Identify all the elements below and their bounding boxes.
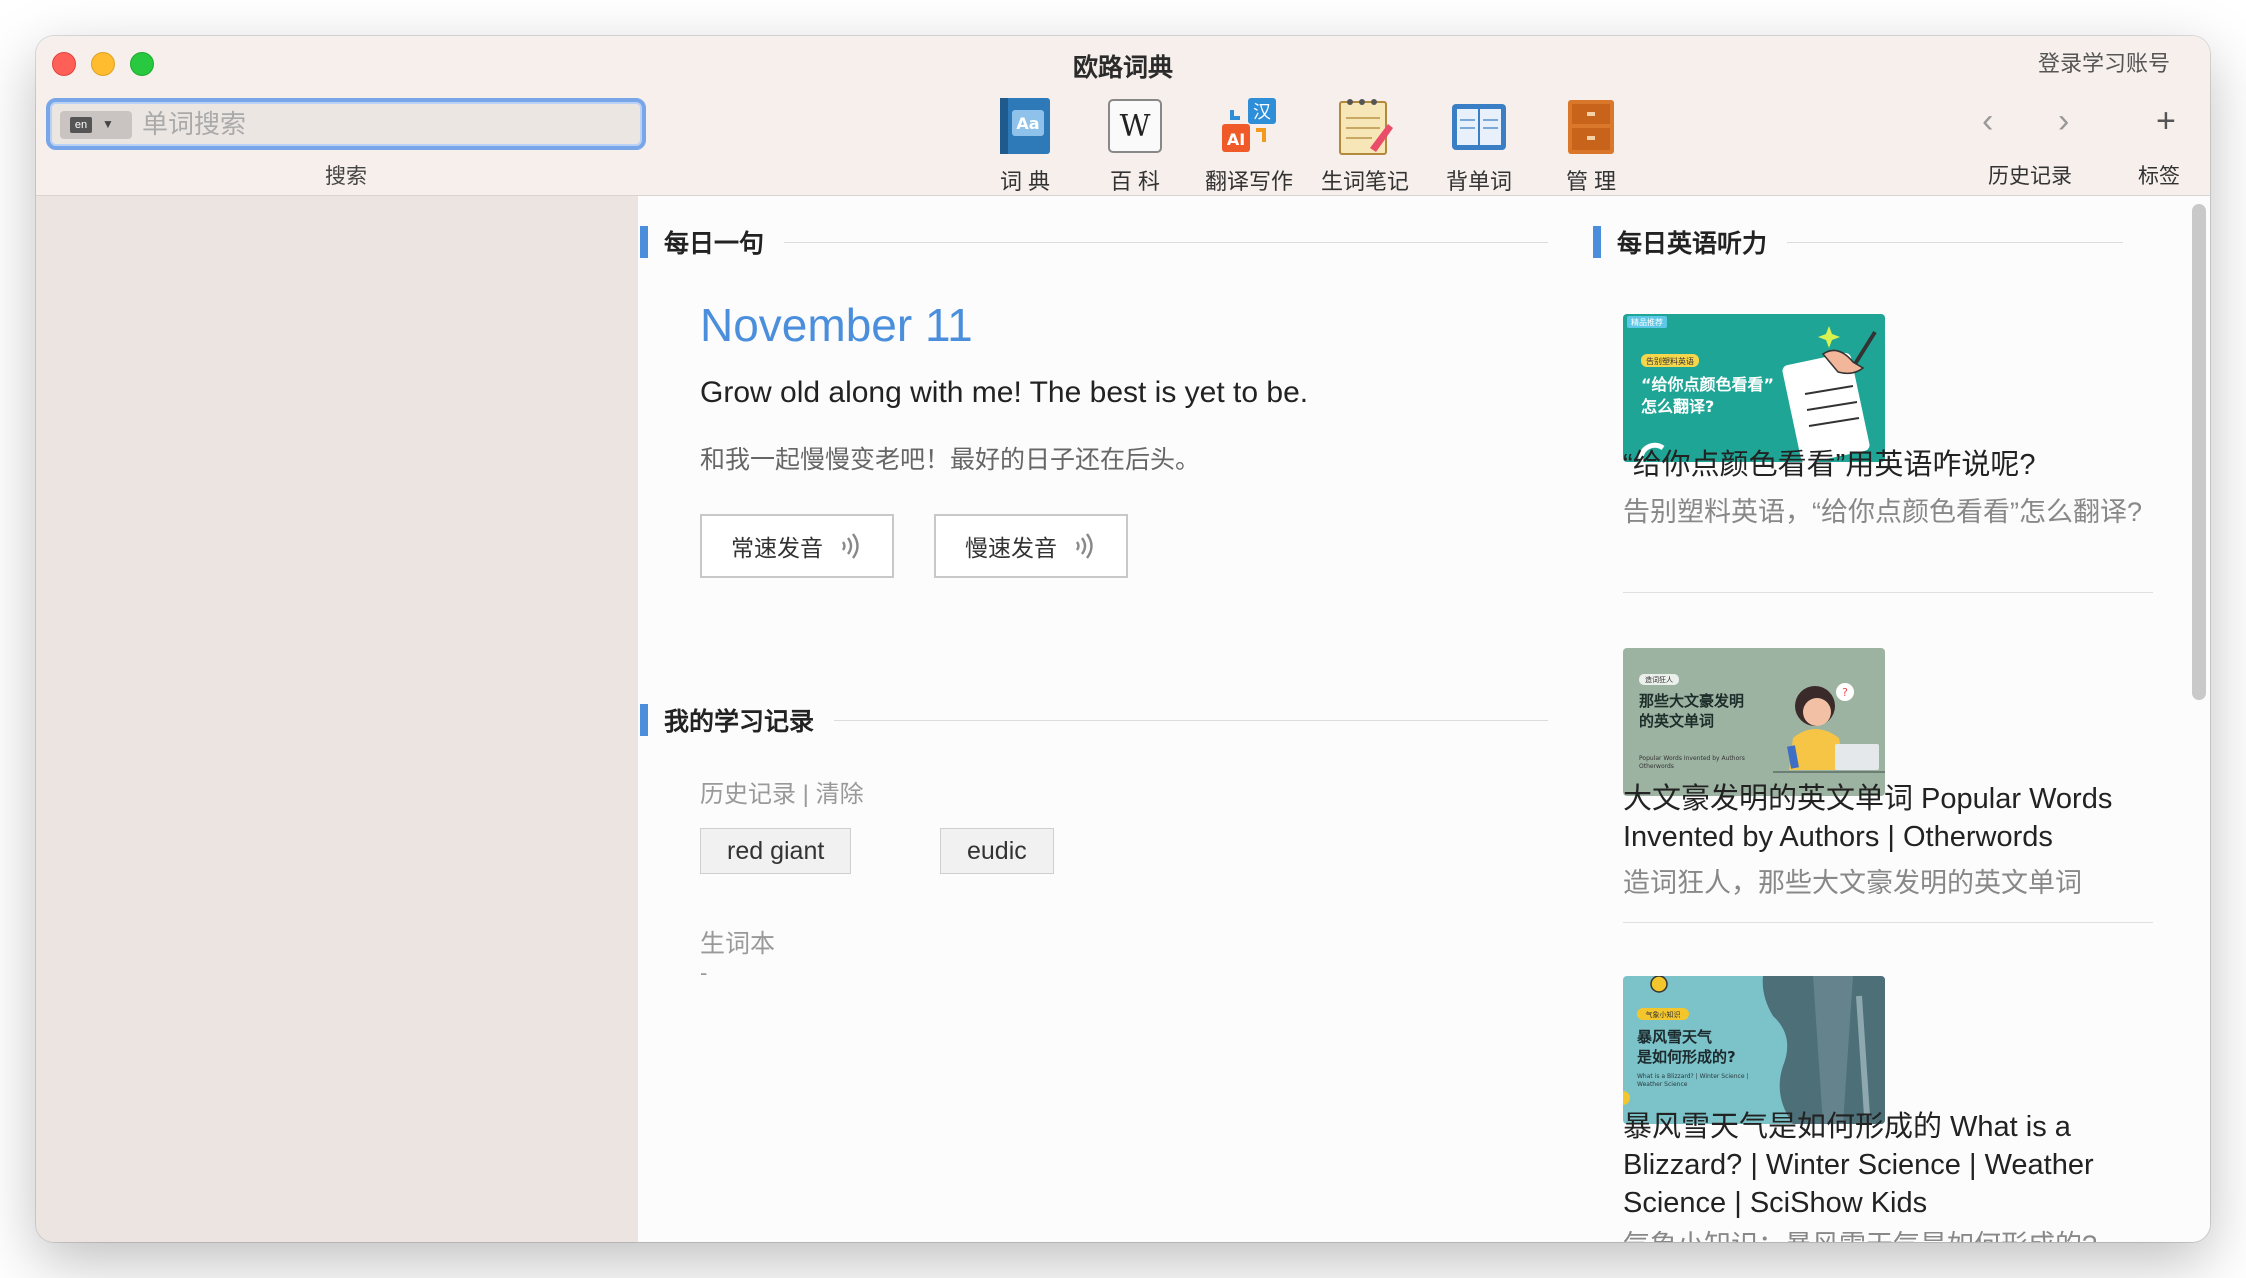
toolbar-manage-label: 管 理 bbox=[1565, 169, 1617, 194]
svg-text:气象小知识: 气象小知识 bbox=[1646, 1010, 1681, 1019]
svg-text:“给你点颜色看看”: “给你点颜色看看” bbox=[1641, 375, 1774, 394]
divider bbox=[834, 719, 1548, 721]
svg-text:What is a Blizzard? | Winter S: What is a Blizzard? | Winter Science | bbox=[1637, 1073, 1748, 1080]
speaker-wave-icon bbox=[1076, 533, 1093, 559]
toolbar-manage[interactable]: 管 理 bbox=[1536, 96, 1646, 196]
divider bbox=[1623, 922, 2153, 923]
flashcard-icon bbox=[1450, 96, 1508, 156]
svg-text:Aa: Aa bbox=[1016, 114, 1039, 133]
svg-text:Popular Words Invented by Auth: Popular Words Invented by Authors bbox=[1639, 755, 1745, 762]
svg-text:怎么翻译?: 怎么翻译? bbox=[1641, 397, 1714, 416]
section-accent-bar bbox=[1593, 226, 1601, 258]
illustration-thumbnail: 造词狂人 那些大文豪发明 的英文单词 Popular Words Invente… bbox=[1639, 674, 1885, 773]
manage-icon bbox=[1562, 96, 1620, 156]
listening-card-subtitle: 告别塑料英语，“给你点颜色看看”怎么翻译? bbox=[1623, 497, 2142, 527]
section-accent-bar bbox=[640, 704, 648, 736]
listening-header: 每日英语听力 bbox=[1593, 224, 2123, 260]
daily-sentence-title: 每日一句 bbox=[664, 230, 765, 258]
tags-label[interactable]: 标签 bbox=[2138, 160, 2180, 190]
svg-text:AI: AI bbox=[1227, 130, 1245, 149]
toolbar-notes[interactable]: 生词笔记 bbox=[1310, 96, 1420, 196]
back-arrow-icon[interactable]: ‹ bbox=[1982, 102, 1993, 141]
illustration-thumbnail: 精品推荐 告别塑料英语 “给你点颜色看看” 怎么翻译? bbox=[1627, 316, 1877, 462]
main-content: 每日一句 November 11 Grow old along with me!… bbox=[638, 196, 2210, 1242]
svg-text:造词狂人: 造词狂人 bbox=[1645, 675, 1673, 684]
slow-speed-pronounce-button[interactable]: 慢速发音 bbox=[934, 514, 1128, 578]
chevron-down-icon: ▼ bbox=[102, 117, 114, 131]
listening-card-subtitle: 造词狂人，那些大文豪发明的英文单词 bbox=[1623, 868, 2082, 898]
search-box: en ▼ bbox=[46, 98, 646, 150]
svg-text:是如何形成的?: 是如何形成的? bbox=[1636, 1048, 1736, 1066]
language-tag: en bbox=[70, 117, 92, 133]
translate-icon: 汉 AI bbox=[1220, 96, 1278, 156]
listening-card-thumbnail[interactable]: 造词狂人 那些大文豪发明 的英文单词 Popular Words Invente… bbox=[1623, 648, 1885, 796]
svg-text:W: W bbox=[1120, 109, 1151, 144]
listening-column: 每日英语听力 精品推荐 告别塑料英语 “给你点颜色看看” 怎么翻译? “给你点颜… bbox=[1593, 196, 2153, 1242]
svg-text:Otherwords: Otherwords bbox=[1639, 763, 1674, 770]
history-chip[interactable]: red giant bbox=[700, 828, 852, 874]
svg-text:精品推荐: 精品推荐 bbox=[1631, 317, 1663, 327]
study-record-title: 我的学习记录 bbox=[664, 708, 815, 736]
listening-card-thumbnail[interactable]: 气象小知识 暴风雪天气 是如何形成的? What is a Blizzard? … bbox=[1623, 976, 1885, 1124]
svg-text:Weather Science: Weather Science bbox=[1637, 1081, 1688, 1088]
illustration-thumbnail: 气象小知识 暴风雪天气 是如何形成的? What is a Blizzard? … bbox=[1623, 976, 1885, 1124]
section-accent-bar bbox=[640, 226, 648, 258]
toolbar-flashcards[interactable]: 背单词 bbox=[1424, 96, 1534, 196]
wikipedia-icon: W bbox=[1106, 96, 1164, 156]
svg-text:的英文单词: 的英文单词 bbox=[1639, 712, 1714, 730]
daily-date: November 11 bbox=[700, 299, 973, 351]
forward-arrow-icon[interactable]: › bbox=[2058, 102, 2069, 141]
svg-text:那些大文豪发明: 那些大文豪发明 bbox=[1639, 692, 1744, 710]
svg-text:汉: 汉 bbox=[1253, 102, 1271, 123]
toolbar-dictionary-label: 词 典 bbox=[999, 169, 1051, 194]
window-title: 欧路词典 bbox=[1072, 54, 1173, 82]
toolbar-flashcards-label: 背单词 bbox=[1445, 169, 1512, 194]
scrollbar[interactable] bbox=[2192, 204, 2206, 700]
normal-speed-label: 常速发音 bbox=[731, 535, 823, 561]
slow-speed-label: 慢速发音 bbox=[965, 535, 1057, 561]
search-label: 搜索 bbox=[325, 165, 367, 188]
listening-card-title[interactable]: 暴风雪天气是如何形成的 What is a Blizzard? | Winter… bbox=[1623, 1108, 2153, 1222]
svg-text:告别塑料英语: 告别塑料英语 bbox=[1646, 356, 1694, 366]
listening-title: 每日英语听力 bbox=[1617, 230, 1768, 258]
speaker-wave-icon bbox=[842, 533, 859, 559]
listening-card-thumbnail[interactable]: 精品推荐 告别塑料英语 “给你点颜色看看” 怎么翻译? bbox=[1623, 314, 1885, 462]
app-window: 欧路词典 登录学习账号 en ▼ 搜索 Aa 词 典 bbox=[36, 36, 2210, 1242]
svg-text:?: ? bbox=[1842, 686, 1848, 699]
toolbar: 欧路词典 登录学习账号 en ▼ 搜索 Aa 词 典 bbox=[36, 36, 2210, 196]
history-chip[interactable]: eudic bbox=[940, 828, 1054, 874]
toolbar-dictionary[interactable]: Aa 词 典 bbox=[970, 96, 1080, 196]
listening-card-title[interactable]: “给你点颜色看看”用英语咋说呢? bbox=[1623, 446, 2153, 484]
sidebar bbox=[36, 196, 638, 1242]
notes-icon bbox=[1336, 96, 1394, 156]
vocab-book-label[interactable]: 生词本 bbox=[700, 924, 775, 960]
toolbar-notes-label: 生词笔记 bbox=[1320, 169, 1409, 194]
listening-card-title[interactable]: 大文豪发明的英文单词 Popular Words Invented by Aut… bbox=[1623, 780, 2153, 856]
toolbar-wikipedia[interactable]: W 百 科 bbox=[1080, 96, 1190, 196]
study-record-header: 我的学习记录 bbox=[640, 702, 1548, 738]
language-selector[interactable]: en ▼ bbox=[60, 111, 132, 139]
toolbar-translate-label: 翻译写作 bbox=[1204, 169, 1293, 194]
toolbar-translate[interactable]: 汉 AI 翻译写作 bbox=[1194, 96, 1304, 196]
history-label[interactable]: 历史记录 bbox=[1988, 160, 2072, 190]
vocab-book-empty: - bbox=[700, 960, 708, 985]
divider bbox=[1787, 241, 2123, 243]
divider bbox=[1623, 592, 2153, 593]
divider bbox=[784, 241, 1548, 243]
daily-sentence-header: 每日一句 bbox=[640, 224, 1548, 260]
toolbar-wikipedia-label: 百 科 bbox=[1109, 169, 1161, 194]
daily-sentence-english[interactable]: Grow old along with me! The best is yet … bbox=[700, 376, 1308, 410]
normal-speed-pronounce-button[interactable]: 常速发音 bbox=[700, 514, 894, 578]
daily-sentence-chinese: 和我一起慢慢变老吧！最好的日子还在后头。 bbox=[700, 446, 1201, 474]
login-link[interactable]: 登录学习账号 bbox=[2038, 46, 2170, 78]
listening-card-subtitle: 气象小知识：暴风雪天气是如何形成的? bbox=[1623, 1226, 2153, 1242]
dictionary-icon: Aa bbox=[996, 96, 1054, 156]
svg-text:暴风雪天气: 暴风雪天气 bbox=[1637, 1028, 1712, 1046]
add-tag-icon[interactable]: + bbox=[2156, 102, 2176, 141]
history-clear-line[interactable]: 历史记录 | 清除 bbox=[700, 774, 864, 809]
search-input[interactable] bbox=[142, 102, 632, 146]
